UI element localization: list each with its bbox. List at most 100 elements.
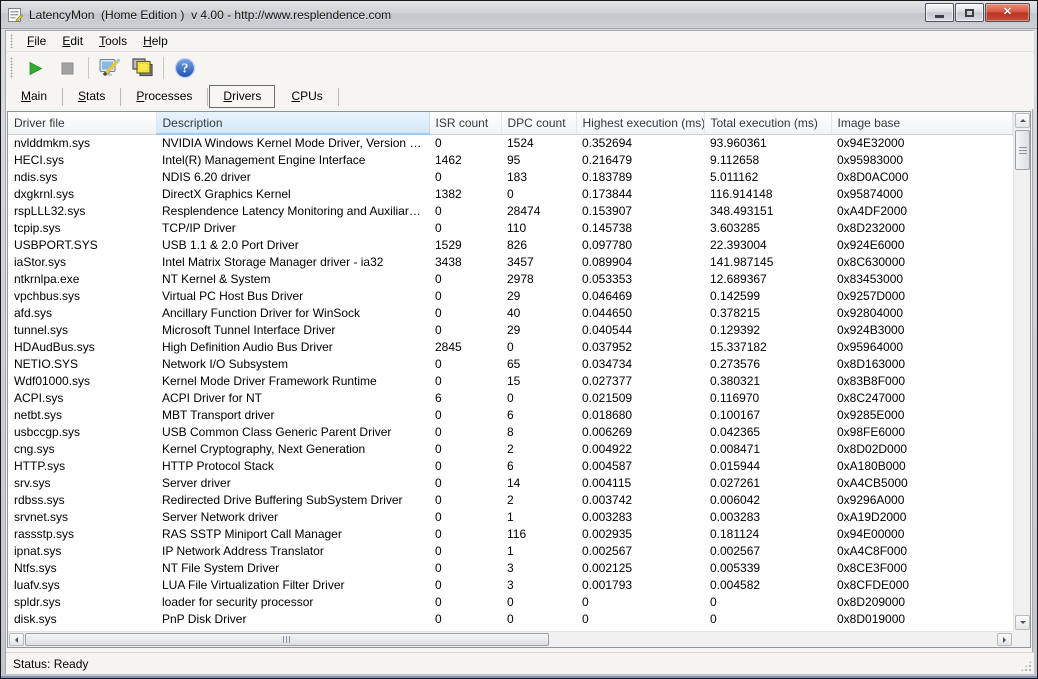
title-bar[interactable]: LatencyMon (Home Edition ) v 4.00 - http… xyxy=(1,1,1037,29)
table-cell: 0.027261 xyxy=(704,475,831,492)
options-button[interactable] xyxy=(97,55,123,81)
table-row[interactable]: spldr.sysloader for security processor00… xyxy=(8,594,1012,611)
table-row[interactable]: srvnet.sysServer Network driver010.00328… xyxy=(8,509,1012,526)
table-row[interactable]: ndis.sysNDIS 6.20 driver01830.1837895.01… xyxy=(8,169,1012,186)
maximize-button[interactable] xyxy=(955,3,984,22)
table-cell: IP Network Address Translator xyxy=(156,543,429,560)
table-cell: srv.sys xyxy=(8,475,156,492)
column-header-total-execution[interactable]: Total execution (ms) xyxy=(704,112,831,134)
table-row[interactable]: netbt.sysMBT Transport driver060.0186800… xyxy=(8,407,1012,424)
column-header-driver-file[interactable]: Driver file xyxy=(8,112,156,134)
table-row[interactable]: usbccgp.sysUSB Common Class Generic Pare… xyxy=(8,424,1012,441)
table-cell: 0.002125 xyxy=(576,560,704,577)
table-row[interactable]: NETIO.SYSNetwork I/O Subsystem0650.03473… xyxy=(8,356,1012,373)
menubar-gripper[interactable] xyxy=(10,34,13,48)
menu-tools[interactable]: Tools xyxy=(91,32,135,50)
table-cell: 0 xyxy=(576,594,704,611)
table-row[interactable]: ACPI.sysACPI Driver for NT600.0215090.11… xyxy=(8,390,1012,407)
table-cell: 0.004587 xyxy=(576,458,704,475)
table-row[interactable]: cng.sysKernel Cryptography, Next Generat… xyxy=(8,441,1012,458)
table-cell: 0.034734 xyxy=(576,356,704,373)
start-monitor-button[interactable] xyxy=(22,55,48,81)
table-row[interactable]: ntkrnlpa.exeNT Kernel & System029780.053… xyxy=(8,271,1012,288)
column-header-isr-count[interactable]: ISR count xyxy=(429,112,501,134)
table-cell: 0.116970 xyxy=(704,390,831,407)
scroll-left-button[interactable] xyxy=(9,633,24,646)
horizontal-scroll-thumb[interactable] xyxy=(25,633,549,646)
table-cell: 0.173844 xyxy=(576,186,704,203)
table-cell: 1524 xyxy=(501,134,576,152)
column-header-image-base[interactable]: Image base xyxy=(831,112,1012,134)
scroll-up-button[interactable] xyxy=(1015,113,1030,128)
vertical-scrollbar[interactable] xyxy=(1013,112,1030,631)
table-row[interactable]: Wdf01000.sysKernel Mode Driver Framework… xyxy=(8,373,1012,390)
table-row[interactable]: HTTP.sysHTTP Protocol Stack060.0045870.0… xyxy=(8,458,1012,475)
table-cell: Kernel Mode Driver Framework Runtime xyxy=(156,373,429,390)
table-row[interactable]: tunnel.sysMicrosoft Tunnel Interface Dri… xyxy=(8,322,1012,339)
tab-cpus[interactable]: CPUs xyxy=(277,85,336,108)
restore-windows-button[interactable] xyxy=(129,55,155,81)
table-cell: USB Common Class Generic Parent Driver xyxy=(156,424,429,441)
scroll-right-button[interactable] xyxy=(997,633,1012,646)
table-row[interactable]: rspLLL32.sysResplendence Latency Monitor… xyxy=(8,203,1012,220)
tab-main[interactable]: Main xyxy=(7,85,61,108)
column-header-highest-execution[interactable]: Highest execution (ms) xyxy=(576,112,704,134)
stop-monitor-button[interactable] xyxy=(54,55,80,81)
table-cell: USB 1.1 & 2.0 Port Driver xyxy=(156,237,429,254)
table-row[interactable]: srv.sysServer driver0140.0041150.0272610… xyxy=(8,475,1012,492)
vertical-scroll-thumb[interactable] xyxy=(1015,130,1030,170)
column-header-description[interactable]: Description xyxy=(156,112,429,134)
table-row[interactable]: rdbss.sysRedirected Drive Buffering SubS… xyxy=(8,492,1012,509)
table-row[interactable]: Ntfs.sysNT File System Driver030.0021250… xyxy=(8,560,1012,577)
table-row[interactable]: ipnat.sysIP Network Address Translator01… xyxy=(8,543,1012,560)
toolbar-gripper[interactable] xyxy=(10,57,13,79)
close-button[interactable]: ✕ xyxy=(985,3,1030,22)
table-cell: usbccgp.sys xyxy=(8,424,156,441)
table-cell: 0 xyxy=(429,577,501,594)
table-row[interactable]: HECI.sysIntel(R) Management Engine Inter… xyxy=(8,152,1012,169)
resize-grip[interactable] xyxy=(1020,660,1032,672)
table-cell: 0 xyxy=(429,611,501,628)
table-cell: 0.004922 xyxy=(576,441,704,458)
table-row[interactable]: tcpip.sysTCP/IP Driver01100.1457383.6032… xyxy=(8,220,1012,237)
table-row[interactable]: afd.sysAncillary Function Driver for Win… xyxy=(8,305,1012,322)
table-cell: 0 xyxy=(429,288,501,305)
tab-stats[interactable]: Stats xyxy=(64,85,119,108)
table-cell: 0.005339 xyxy=(704,560,831,577)
tab-processes[interactable]: Processes xyxy=(122,85,206,108)
table-cell: ntkrnlpa.exe xyxy=(8,271,156,288)
help-button[interactable]: ? xyxy=(172,55,198,81)
table-cell: luafv.sys xyxy=(8,577,156,594)
table-cell: 6 xyxy=(501,458,576,475)
table-row[interactable]: USBPORT.SYSUSB 1.1 & 2.0 Port Driver1529… xyxy=(8,237,1012,254)
menu-bar: File Edit Tools Help xyxy=(6,31,1034,52)
table-cell: 0.040544 xyxy=(576,322,704,339)
table-row[interactable]: dxgkrnl.sysDirectX Graphics Kernel138200… xyxy=(8,186,1012,203)
table-cell: 2 xyxy=(501,492,576,509)
table-cell: disk.sys xyxy=(8,611,156,628)
menu-help[interactable]: Help xyxy=(135,32,176,50)
table-row[interactable]: vpchbus.sysVirtual PC Host Bus Driver029… xyxy=(8,288,1012,305)
tab-drivers[interactable]: Drivers xyxy=(209,85,275,108)
table-cell: 0.004115 xyxy=(576,475,704,492)
menu-file[interactable]: File xyxy=(19,32,54,50)
table-cell: 116 xyxy=(501,526,576,543)
table-cell: USBPORT.SYS xyxy=(8,237,156,254)
table-row[interactable]: disk.sysPnP Disk Driver00000x8D019000 xyxy=(8,611,1012,628)
table-cell: 1529 xyxy=(429,237,501,254)
table-row[interactable]: HDAudBus.sysHigh Definition Audio Bus Dr… xyxy=(8,339,1012,356)
scroll-down-button[interactable] xyxy=(1015,615,1030,630)
table-cell: 5.011162 xyxy=(704,169,831,186)
table-row[interactable]: nvlddmkm.sysNVIDIA Windows Kernel Mode D… xyxy=(8,134,1012,152)
table-row[interactable]: rassstp.sysRAS SSTP Miniport Call Manage… xyxy=(8,526,1012,543)
table-cell: 0x8CFDE000 xyxy=(831,577,1012,594)
menu-edit[interactable]: Edit xyxy=(54,32,91,50)
horizontal-scrollbar[interactable] xyxy=(8,631,1013,647)
column-header-dpc-count[interactable]: DPC count xyxy=(501,112,576,134)
table-cell: ACPI Driver for NT xyxy=(156,390,429,407)
table-cell: 0.053353 xyxy=(576,271,704,288)
table-cell: 0.015944 xyxy=(704,458,831,475)
minimize-button[interactable] xyxy=(925,3,954,22)
table-row[interactable]: iaStor.sysIntel Matrix Storage Manager d… xyxy=(8,254,1012,271)
table-row[interactable]: luafv.sysLUA File Virtualization Filter … xyxy=(8,577,1012,594)
